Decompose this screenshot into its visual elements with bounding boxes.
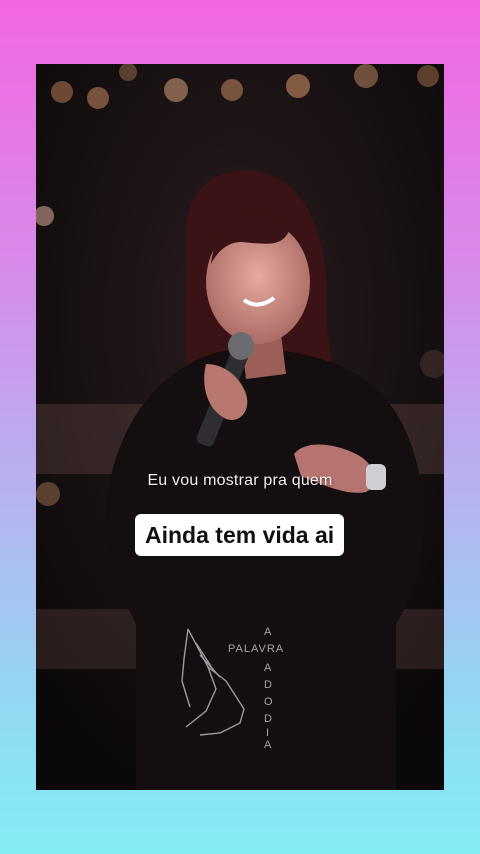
watermark-letter-o: O [264,696,274,708]
watermark-word-palavra: PALAVRA [228,643,284,655]
watermark-letter-a3: A [264,739,272,749]
watermark-letter-i: I [266,727,270,739]
watermark-letter-d2: D [264,713,273,725]
video-frame[interactable]: Eu vou mostrar pra quem Ainda tem vida a… [36,64,444,790]
subtitle-line-main: Ainda tem vida ai [145,521,335,548]
subtitle-line-small: Eu vou mostrar pra quem [147,472,333,489]
watermark-letter-d1: D [264,679,273,691]
watermark-letter-a2: A [264,662,272,674]
subtitle-box: Ainda tem vida ai [135,514,345,556]
watermark-letter-a1: A [264,626,272,638]
watermark-logo: A PALAVRA A D O D I A [181,626,284,749]
